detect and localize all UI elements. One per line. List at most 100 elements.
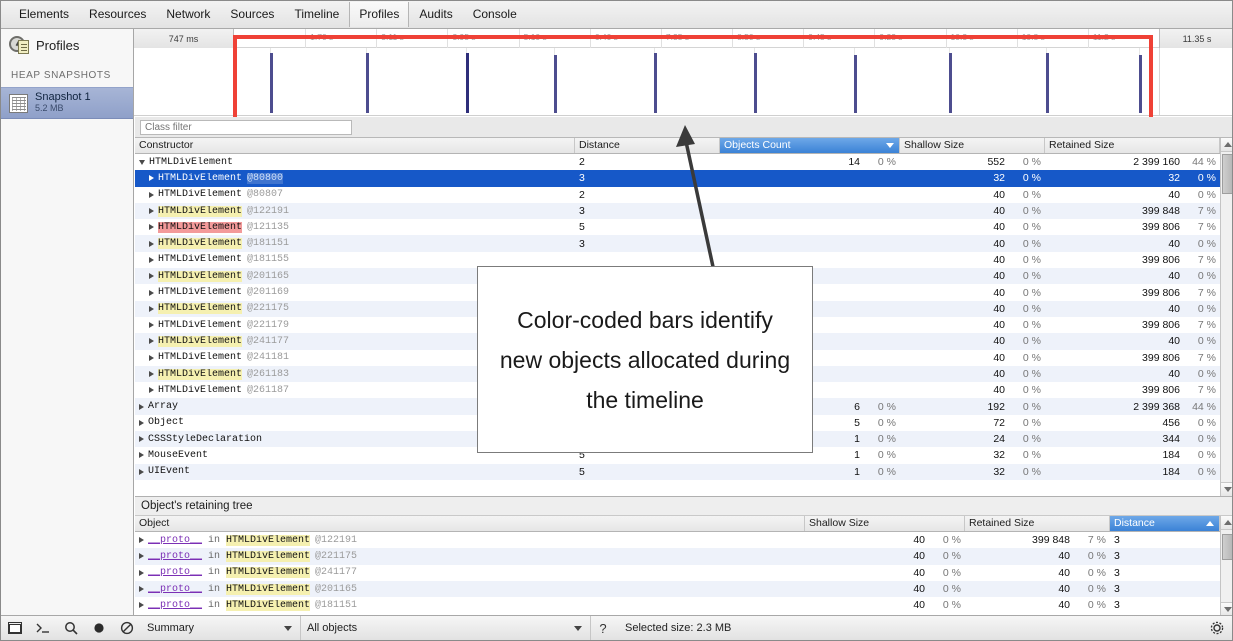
cell-value: 40 [904, 205, 1005, 217]
allocation-graph[interactable] [134, 48, 1233, 116]
retaining-scroll-up-arrow[interactable] [1221, 516, 1233, 530]
cell-percent: 0 % [1005, 287, 1041, 299]
chevron-right-icon[interactable] [149, 241, 154, 247]
retaining-tree-row[interactable]: __proto__inHTMLDivElement@201165400 %400… [135, 581, 1233, 597]
chevron-right-icon[interactable] [149, 290, 154, 296]
chevron-right-icon[interactable] [139, 436, 144, 442]
chevron-right-icon[interactable] [149, 322, 154, 328]
tab-sources[interactable]: Sources [220, 2, 284, 27]
allocation-bar[interactable] [654, 53, 657, 113]
scroll-up-arrow[interactable] [1221, 138, 1233, 152]
dock-panel-icon[interactable] [1, 616, 29, 640]
chevron-right-icon[interactable] [149, 273, 154, 279]
cell-value: 40 [904, 335, 1005, 347]
clear-icon[interactable] [113, 616, 141, 640]
allocation-bar[interactable] [754, 53, 757, 113]
constructor-cell: HTMLDivElement@122191 [135, 206, 575, 217]
allocation-bar[interactable] [949, 53, 952, 113]
view-mode-select[interactable]: Summary [141, 616, 301, 640]
chevron-right-icon[interactable] [139, 404, 144, 410]
tab-audits[interactable]: Audits [409, 2, 462, 27]
retaining-tree-row[interactable]: __proto__inHTMLDivElement@241177400 %400… [135, 565, 1233, 581]
chevron-right-icon[interactable] [149, 355, 154, 361]
chevron-right-icon[interactable] [139, 420, 144, 426]
ruler-right-label-box: 11.35 s [1159, 29, 1233, 48]
chevron-right-icon[interactable] [149, 224, 154, 230]
chevron-right-icon[interactable] [149, 192, 154, 198]
object-id: @122191 [247, 206, 289, 217]
property-name: __proto__ [148, 584, 202, 595]
allocation-bar[interactable] [366, 53, 369, 113]
retaining-tree-grid[interactable]: ObjectShallow SizeRetained SizeDistance … [135, 516, 1233, 616]
heap-timeline-overview[interactable]: 747 ms 11.35 s 1.70 s3.11 s3.95 s5.10 s6… [134, 29, 1233, 117]
retaining-distance-cell: 3 [1110, 534, 1220, 546]
cell-value: 40 [809, 534, 925, 546]
column-header-constructor[interactable]: Constructor [135, 138, 575, 153]
allocation-bar[interactable] [270, 53, 273, 113]
retaining-scroll-thumb[interactable] [1222, 534, 1233, 560]
column-header-shallow[interactable]: Shallow Size [900, 138, 1045, 153]
chevron-right-icon[interactable] [139, 537, 144, 543]
tab-console[interactable]: Console [463, 2, 527, 27]
retaining-tree-row[interactable]: __proto__inHTMLDivElement@181151400 %400… [135, 597, 1233, 613]
chevron-right-icon[interactable] [149, 208, 154, 214]
chevron-right-icon[interactable] [149, 338, 154, 344]
chevron-right-icon[interactable] [149, 371, 154, 377]
constructors-grid-scrollbar[interactable] [1220, 138, 1233, 496]
chevron-down-icon[interactable] [139, 160, 145, 165]
tab-profiles[interactable]: Profiles [349, 2, 409, 27]
chevron-right-icon[interactable] [139, 553, 144, 559]
retaining-tree-body[interactable]: __proto__inHTMLDivElement@122191400 %399… [135, 532, 1233, 613]
tab-resources[interactable]: Resources [79, 2, 156, 27]
status-bar: Summary All objects ? Selected size: 2.3… [1, 615, 1233, 640]
search-icon[interactable] [57, 616, 85, 640]
retaining-tree-row[interactable]: __proto__inHTMLDivElement@221175400 %400… [135, 548, 1233, 564]
column-header-retained[interactable]: Retained Size [1045, 138, 1220, 153]
chevron-right-icon[interactable] [139, 469, 144, 475]
tab-elements[interactable]: Elements [9, 2, 79, 27]
chevron-right-icon[interactable] [139, 602, 144, 608]
column-header-count[interactable]: Objects Count [720, 138, 900, 153]
retaining-scroll-down-arrow[interactable] [1221, 602, 1233, 616]
allocation-bar[interactable] [466, 53, 469, 113]
chevron-right-icon[interactable] [149, 257, 154, 263]
allocation-bar[interactable] [854, 55, 857, 113]
console-drawer-icon[interactable] [29, 616, 57, 640]
allocation-bar[interactable] [1046, 53, 1049, 113]
help-icon[interactable]: ? [591, 621, 615, 636]
grid-cell: 320 % [900, 449, 1045, 461]
cell-value: 40 [969, 550, 1070, 562]
retaining-column-header-shallow[interactable]: Shallow Size [805, 516, 965, 531]
profiles-icon [9, 35, 30, 56]
cell-percent: 0 % [925, 599, 961, 611]
tab-timeline[interactable]: Timeline [284, 2, 349, 27]
gear-icon[interactable] [1210, 621, 1224, 638]
grid-cell: 399 8067 % [1045, 254, 1220, 266]
cell-value: 24 [904, 433, 1005, 445]
cell-percent: 0 % [860, 466, 896, 478]
tab-network[interactable]: Network [156, 2, 220, 27]
record-icon[interactable] [85, 616, 113, 640]
retaining-tree-scrollbar[interactable] [1220, 516, 1233, 616]
allocation-bar[interactable] [1139, 55, 1142, 113]
class-filter-input[interactable] [140, 120, 352, 135]
chevron-right-icon[interactable] [139, 570, 144, 576]
chevron-right-icon[interactable] [149, 306, 154, 312]
retaining-tree-row[interactable]: __proto__inHTMLDivElement@122191400 %399… [135, 532, 1233, 548]
retaining-column-header-object[interactable]: Object [135, 516, 805, 531]
ruler-tick: 1.70 s [305, 29, 306, 48]
grid-cell: 399 8067 % [1045, 287, 1220, 299]
retaining-object-id: @241177 [315, 567, 357, 578]
chevron-right-icon[interactable] [139, 452, 144, 458]
allocation-bar[interactable] [554, 55, 557, 113]
scroll-down-arrow[interactable] [1221, 482, 1233, 496]
chevron-right-icon[interactable] [149, 387, 154, 393]
chevron-right-icon[interactable] [139, 586, 144, 592]
chevron-right-icon[interactable] [149, 175, 154, 181]
retaining-column-header-retained[interactable]: Retained Size [965, 516, 1110, 531]
object-filter-select[interactable]: All objects [301, 616, 591, 640]
scroll-thumb[interactable] [1222, 154, 1233, 194]
retaining-column-header-distance[interactable]: Distance [1110, 516, 1220, 531]
table-row[interactable]: UIEvent510 %320 %1840 % [135, 464, 1233, 480]
sidebar-item-snapshot-1[interactable]: Snapshot 1 5.2 MB [1, 87, 133, 119]
